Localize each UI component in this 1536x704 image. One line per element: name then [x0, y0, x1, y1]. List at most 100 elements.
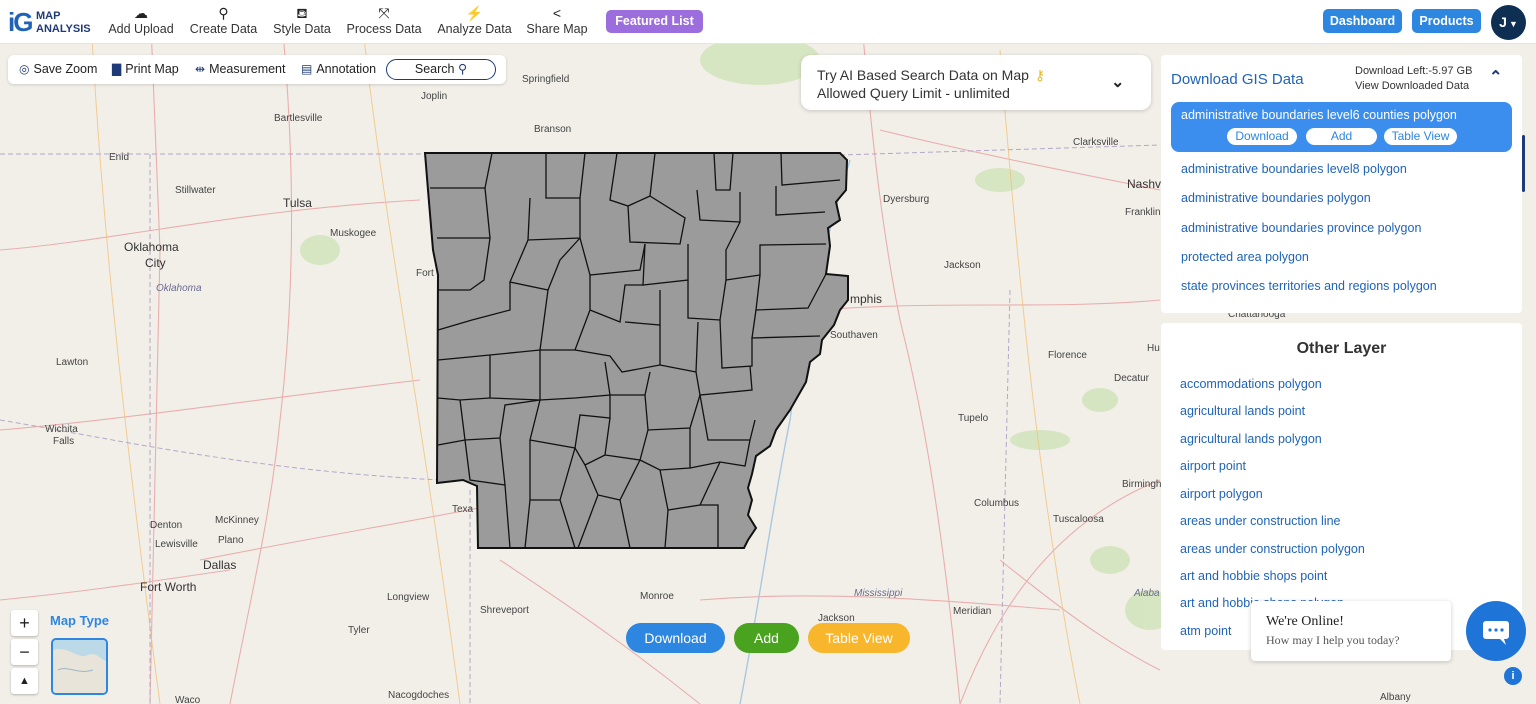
- tool-label: Save Zoom: [33, 62, 98, 76]
- map-label: Tulsa: [283, 196, 312, 210]
- selected-layer[interactable]: administrative boundaries level6 countie…: [1171, 102, 1512, 152]
- top-navbar: iG MAP ANALYSIS ☁ Add Upload ⚲ Create Da…: [0, 0, 1536, 44]
- map-label: Dyersburg: [883, 194, 930, 205]
- nav-add-upload[interactable]: ☁ Add Upload: [106, 4, 176, 40]
- add-button[interactable]: Add: [734, 623, 799, 653]
- map-label: Dallas: [203, 558, 237, 572]
- map-label: Stillwater: [175, 185, 216, 196]
- map-label: Nacogdoches: [388, 690, 450, 701]
- annotation-button[interactable]: ▤ Annotation: [301, 62, 376, 77]
- gis-layer-item[interactable]: administrative boundaries province polyg…: [1181, 221, 1421, 235]
- chat-popup[interactable]: We're Online! How may I help you today?: [1251, 601, 1451, 661]
- compass-icon: ▲: [19, 675, 30, 687]
- other-layer-item[interactable]: areas under construction line: [1180, 514, 1341, 528]
- gis-layer-item[interactable]: state provinces territories and regions …: [1181, 279, 1437, 293]
- map-label: Lewisville: [155, 539, 198, 550]
- dashboard-button[interactable]: Dashboard: [1323, 9, 1402, 33]
- map-pin-icon: ⚲: [218, 5, 229, 21]
- nav-label: Create Data: [189, 22, 258, 36]
- map-label: Joplin: [421, 91, 448, 102]
- other-layer-item[interactable]: agricultural lands point: [1180, 404, 1305, 418]
- chat-button[interactable]: [1466, 601, 1526, 661]
- map-label: Tupelo: [958, 413, 989, 424]
- tool-label: Print Map: [125, 62, 179, 76]
- ai-search-title: Try AI Based Search Data on Map: [817, 67, 1029, 83]
- map-label: Clarksville: [1073, 137, 1119, 148]
- search-icon: ⚲: [457, 62, 468, 76]
- other-layer-item[interactable]: airport point: [1180, 459, 1246, 473]
- compass-button[interactable]: ▲: [11, 668, 38, 694]
- map-type-thumbnail[interactable]: [51, 638, 108, 695]
- map-label: Meridian: [953, 606, 992, 617]
- map-label: Bartlesville: [274, 113, 323, 124]
- annotation-icon: ▤: [301, 62, 313, 76]
- nav-style-data[interactable]: ⛾ Style Data: [271, 4, 333, 40]
- info-icon[interactable]: i: [1504, 667, 1522, 685]
- gis-layer-item[interactable]: administrative boundaries level8 polygon: [1181, 162, 1407, 176]
- gis-layer-item[interactable]: protected area polygon: [1181, 250, 1309, 264]
- other-layer-item[interactable]: airport polygon: [1180, 487, 1263, 501]
- download-gis-panel: Download GIS Data Download Left:-5.97 GB…: [1161, 55, 1522, 313]
- map-type-label: Map Type: [50, 613, 109, 628]
- other-layer-item[interactable]: accommodations polygon: [1180, 377, 1322, 391]
- map-label: Texa: [452, 504, 474, 515]
- search-label: Search: [414, 62, 455, 76]
- ai-search-box[interactable]: Try AI Based Search Data on Map ⚷ Allowed…: [801, 55, 1151, 110]
- other-layer-item[interactable]: agricultural lands polygon: [1180, 432, 1322, 446]
- view-downloaded-link[interactable]: View Downloaded Data: [1355, 80, 1469, 92]
- nav-process-data[interactable]: ⤧ Process Data: [344, 4, 424, 40]
- other-layer-item[interactable]: atm point: [1180, 624, 1231, 638]
- chevron-down-icon[interactable]: ⌄: [1111, 72, 1124, 92]
- ruler-icon: ⇹: [195, 62, 206, 76]
- download-button[interactable]: Download: [626, 623, 725, 653]
- products-button[interactable]: Products: [1412, 9, 1481, 33]
- map-label: Shreveport: [480, 605, 529, 616]
- print-map-button[interactable]: ▇ Print Map: [112, 62, 179, 77]
- layer-table-view-button[interactable]: Table View: [1384, 128, 1457, 145]
- map-label: Fort Worth: [140, 580, 197, 594]
- tool-label: Measurement: [209, 62, 286, 76]
- avatar[interactable]: J ▼: [1491, 5, 1526, 40]
- map-label: Springfield: [522, 74, 570, 85]
- layer-download-button[interactable]: Download: [1227, 128, 1297, 145]
- other-layer-title: Other Layer: [1296, 340, 1387, 357]
- map-label: Enid: [109, 152, 130, 163]
- map-label: Oklahoma: [124, 240, 179, 254]
- map-tools-bar: ◎ Save Zoom ▇ Print Map ⇹ Measurement ▤ Anno…: [8, 55, 506, 84]
- layer-add-button[interactable]: Add: [1306, 128, 1377, 145]
- download-left: Download Left:-5.97 GB: [1355, 65, 1473, 77]
- chat-bubble-icon: [1483, 621, 1509, 645]
- map-label: Denton: [150, 520, 183, 531]
- nav-label: Style Data: [273, 22, 331, 36]
- save-zoom-button[interactable]: ◎ Save Zoom: [19, 62, 97, 77]
- zoom-in-button[interactable]: +: [11, 610, 38, 636]
- other-layer-item[interactable]: art and hobbie shops point: [1180, 569, 1327, 583]
- table-view-button[interactable]: Table View: [808, 623, 910, 653]
- nav-share-map[interactable]: < Share Map: [525, 4, 589, 40]
- satellite-thumbnail: [53, 640, 106, 693]
- panel-scrollbar[interactable]: [1522, 135, 1525, 192]
- paint-bucket-icon: ⛾: [296, 5, 308, 21]
- zoom-out-button[interactable]: −: [11, 639, 38, 665]
- logo[interactable]: iG MAP ANALYSIS: [8, 6, 98, 38]
- map-label: Hu: [1147, 343, 1160, 354]
- nav-analyze-data[interactable]: ⚡ Analyze Data: [435, 4, 514, 40]
- map-label: Waco: [175, 695, 201, 704]
- ai-query-limit: Allowed Query Limit - unlimited: [817, 85, 1010, 101]
- measurement-button[interactable]: ⇹ Measurement: [195, 62, 286, 77]
- nav-label: Process Data: [346, 22, 422, 36]
- search-button[interactable]: Search ⚲: [386, 59, 496, 80]
- other-layer-item[interactable]: areas under construction polygon: [1180, 542, 1365, 556]
- chevron-up-icon[interactable]: ⌃: [1489, 67, 1502, 87]
- nav-create-data[interactable]: ⚲ Create Data: [188, 4, 259, 40]
- gis-layer-item[interactable]: administrative boundaries polygon: [1181, 191, 1371, 205]
- gis-panel-title: Download GIS Data: [1171, 71, 1304, 88]
- map-label: McKinney: [215, 515, 259, 526]
- map-label: Decatur: [1114, 373, 1150, 384]
- map-label: Oklahoma: [156, 283, 202, 294]
- map-label: Columbus: [974, 498, 1020, 509]
- selected-layer-name: administrative boundaries level6 countie…: [1181, 108, 1457, 122]
- featured-list-button[interactable]: Featured List: [606, 10, 703, 33]
- map-label: Plano: [218, 535, 244, 546]
- map-label: Muskogee: [330, 228, 377, 239]
